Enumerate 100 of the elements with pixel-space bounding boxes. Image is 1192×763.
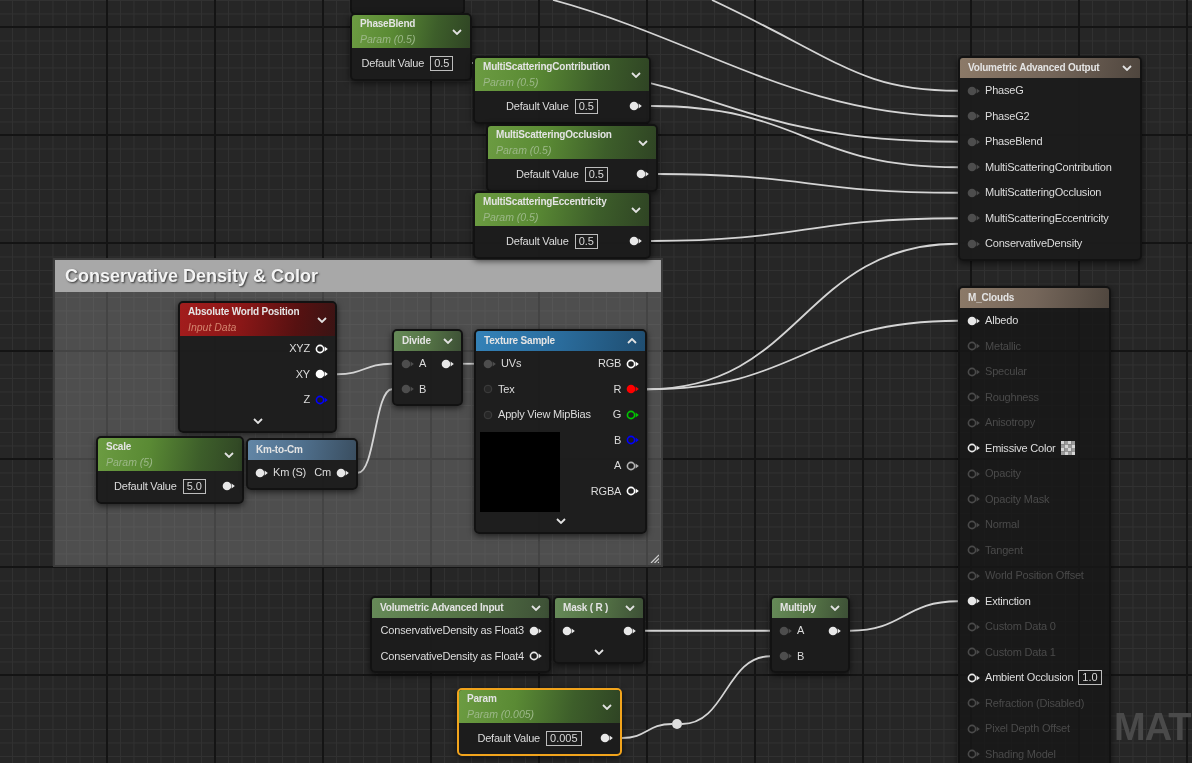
chevron-down-icon[interactable] bbox=[594, 648, 604, 655]
pin-icon[interactable] bbox=[626, 358, 640, 369]
pin-icon[interactable] bbox=[967, 315, 980, 326]
node-subtitle: Input Data bbox=[188, 321, 238, 333]
graph-node[interactable]: Scale Param (5) Default Value 5.0 bbox=[96, 436, 244, 504]
chevron-down-icon[interactable] bbox=[317, 316, 327, 323]
chevron-down-icon[interactable] bbox=[631, 206, 641, 213]
checker-swatch-icon[interactable] bbox=[1060, 441, 1075, 456]
pin-label: Default Value bbox=[506, 234, 569, 248]
pin-label: Extinction bbox=[985, 594, 1031, 608]
pin-icon[interactable] bbox=[600, 733, 613, 743]
pin-icon[interactable] bbox=[636, 169, 649, 179]
pin-icon[interactable] bbox=[626, 409, 640, 420]
value-field[interactable]: 0.005 bbox=[546, 730, 582, 746]
pin-icon[interactable] bbox=[336, 467, 349, 478]
pin-icon[interactable] bbox=[629, 101, 642, 111]
chevron-down-icon[interactable] bbox=[452, 28, 462, 35]
chevron-down-icon[interactable] bbox=[531, 605, 541, 611]
graph-node[interactable]: MultiScatteringOcclusion Param (0.5) Default Value 0.5 bbox=[486, 124, 658, 192]
graph-node[interactable]: Volumetric Advanced Input ConservativeDensity as Float3 ConservativeDensity as Float4 bbox=[370, 596, 551, 673]
graph-node[interactable]: Divide A B bbox=[392, 329, 463, 406]
pin-icon[interactable] bbox=[315, 369, 328, 380]
node-subtitle: Param (0.5) bbox=[483, 76, 540, 88]
chevron-down-icon[interactable] bbox=[443, 338, 453, 344]
chevron-down-icon[interactable] bbox=[224, 451, 234, 458]
resize-grip-icon[interactable] bbox=[649, 553, 659, 563]
pin-icon[interactable] bbox=[529, 625, 542, 636]
value-field[interactable]: 0.5 bbox=[574, 233, 598, 249]
pin-label: Cm bbox=[314, 466, 331, 480]
node-title: Param bbox=[467, 693, 498, 705]
chevron-down-icon[interactable] bbox=[1122, 65, 1132, 71]
graph-node[interactable]: PhaseBlend Param (0.5) Default Value 0.5 bbox=[350, 13, 472, 81]
pin-icon[interactable] bbox=[629, 236, 642, 246]
pin-icon[interactable] bbox=[967, 443, 980, 454]
graph-node[interactable]: Absolute World Position Input Data XYZ XY Z bbox=[178, 301, 337, 433]
graph-node[interactable]: MultiScatteringEccentricity Param (0.5) Default Value 0.5 bbox=[473, 191, 651, 259]
chevron-down-icon[interactable] bbox=[625, 605, 635, 611]
node-title: Volumetric Advanced Output bbox=[968, 62, 1100, 74]
pin-label: PhaseG bbox=[985, 84, 1024, 98]
node-title: MultiScatteringEccentricity bbox=[483, 196, 607, 208]
graph-node[interactable]: Param Param (0.005) Default Value 0.005 bbox=[457, 688, 622, 756]
pin-label: PhaseBlend bbox=[985, 135, 1043, 149]
chevron-down-icon[interactable] bbox=[555, 517, 566, 524]
node-title: Mask ( R ) bbox=[563, 602, 609, 614]
connection-wire bbox=[336, 362, 393, 376]
node-title: PhaseBlend bbox=[360, 18, 416, 30]
pin-icon[interactable] bbox=[529, 651, 542, 662]
pin-icon[interactable] bbox=[222, 481, 235, 491]
graph-node[interactable]: MultiScatteringContribution Param (0.5) Default Value 0.5 bbox=[473, 56, 651, 124]
pin-icon[interactable] bbox=[562, 625, 575, 636]
pin-label: A bbox=[614, 459, 622, 473]
pin-label: Albedo bbox=[985, 314, 1019, 328]
chevron-up-icon[interactable] bbox=[627, 338, 637, 344]
node-title: MultiScatteringOcclusion bbox=[496, 129, 612, 141]
node-title: Volumetric Advanced Input bbox=[380, 602, 504, 614]
pin-icon[interactable] bbox=[626, 460, 640, 471]
chevron-down-icon[interactable] bbox=[602, 703, 612, 710]
graph-node[interactable]: Texture Sample UVs Tex Apply View MipBias RGB R G B A RGBA bbox=[474, 329, 647, 534]
chevron-down-icon[interactable] bbox=[830, 605, 840, 611]
pin-label: ConservativeDensity as Float3 bbox=[380, 624, 524, 638]
pin-label: MultiScatteringEccentricity bbox=[985, 211, 1109, 225]
pin-icon[interactable] bbox=[967, 596, 980, 607]
pin-label: ConservativeDensity as Float4 bbox=[380, 649, 524, 663]
pin-icon[interactable] bbox=[623, 625, 636, 636]
value-field[interactable]: 0.5 bbox=[430, 55, 454, 71]
chevron-down-icon[interactable] bbox=[252, 417, 263, 424]
node-title: MultiScatteringContribution bbox=[483, 61, 610, 73]
graph-node[interactable]: Volumetric Advanced Output PhaseG PhaseG2 PhaseBlend MultiScatteringContribution MultiScatteringOcclusion MultiScatteringEccentricity ConservativeDensity bbox=[958, 56, 1142, 261]
pin-label: B bbox=[797, 649, 805, 663]
chevron-down-icon[interactable] bbox=[631, 71, 641, 78]
graph-node[interactable]: Mask ( R ) bbox=[553, 596, 645, 664]
node-subtitle: Param (0.5) bbox=[496, 144, 553, 156]
pin-label: Apply View MipBias bbox=[498, 408, 591, 422]
graph-node[interactable]: Km-to-Cm Km (S) Cm bbox=[246, 438, 358, 490]
node-title: Multiply bbox=[780, 602, 817, 614]
pin-icon[interactable] bbox=[441, 358, 454, 369]
pin-label: RGBA bbox=[590, 484, 622, 498]
pin-icon[interactable] bbox=[315, 343, 328, 354]
pin-icon[interactable] bbox=[828, 625, 841, 636]
value-field[interactable]: 0.5 bbox=[584, 166, 608, 182]
pin-label: Default Value bbox=[477, 731, 541, 745]
value-field[interactable]: 0.5 bbox=[574, 98, 598, 114]
pin-icon[interactable] bbox=[626, 486, 640, 497]
pin-label: Default Value bbox=[361, 56, 425, 70]
node-subtitle: Param (5) bbox=[106, 456, 153, 468]
pin-icon[interactable] bbox=[967, 672, 980, 683]
pin-label: Km (S) bbox=[273, 466, 307, 480]
pin-label: Emissive Color bbox=[985, 441, 1056, 455]
graph-node[interactable]: Multiply A B bbox=[770, 596, 850, 673]
pin-label: PhaseG2 bbox=[985, 109, 1030, 123]
node-title: Scale bbox=[106, 441, 133, 453]
graph-node[interactable] bbox=[958, 286, 1111, 763]
pin-label: RGB bbox=[597, 357, 622, 371]
pin-icon[interactable] bbox=[255, 467, 268, 478]
pin-label: A bbox=[797, 624, 805, 638]
chevron-down-icon[interactable] bbox=[638, 139, 648, 146]
connection-wire bbox=[462, 362, 475, 365]
value-field[interactable]: 1.0 bbox=[1078, 670, 1102, 686]
value-field[interactable]: 5.0 bbox=[182, 478, 206, 494]
reroute-knot-icon[interactable] bbox=[672, 719, 682, 729]
